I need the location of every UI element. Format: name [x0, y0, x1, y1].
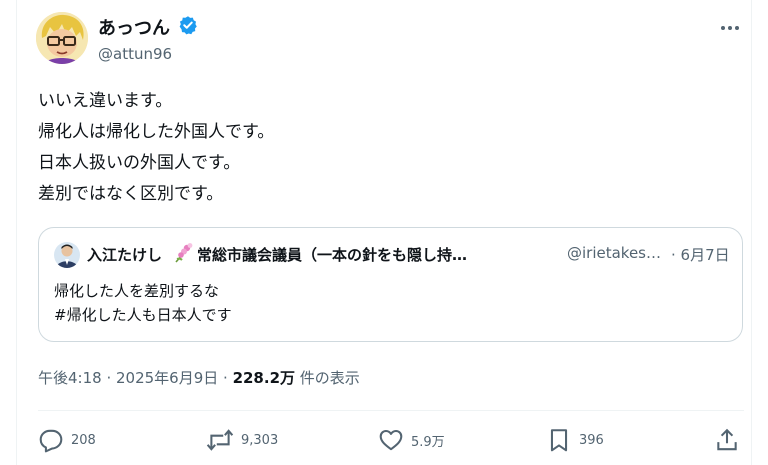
- quoted-post-header: 入江たけし 常総市議会議員（一本の針をも隠し持… @irietakes… · 6…: [54, 242, 730, 268]
- quoted-post[interactable]: 入江たけし 常総市議会議員（一本の針をも隠し持… @irietakes… · 6…: [38, 227, 743, 342]
- post-text-line: 帰化人は帰化した外国人です。: [38, 122, 275, 142]
- post-text: いいえ違います。 帰化人は帰化した外国人です。 日本人扱いの外国人です。 差別で…: [38, 86, 718, 210]
- repost-button[interactable]: 9,303: [206, 425, 278, 455]
- quoted-post-date: · 6月7日: [671, 246, 730, 264]
- quoted-author-avatar: [54, 242, 80, 268]
- post-metadata: 午後4:18 · 2025年6月9日 · 228.2万 件の表示: [38, 367, 360, 388]
- post-header: あっつん @attun96: [36, 12, 744, 68]
- bookmark-icon: [550, 429, 568, 452]
- bookmark-button[interactable]: 396: [546, 425, 604, 455]
- quoted-post-text: 帰化した人を差別するな #帰化した人も日本人です: [54, 279, 232, 327]
- bookmark-count: 396: [579, 432, 604, 448]
- quoted-author-title: 常総市議会議員（一本の針をも隠し持…: [197, 246, 468, 264]
- post-text-line: いいえ違います。: [38, 91, 173, 111]
- post-text-line: 差別ではなく区別です。: [38, 184, 224, 204]
- author-handle[interactable]: @attun96: [98, 45, 198, 63]
- quoted-post-hashtag: #帰化した人も日本人です: [54, 306, 232, 324]
- reply-button[interactable]: 208: [38, 425, 96, 455]
- more-options-icon[interactable]: [716, 14, 744, 42]
- heart-icon: [379, 429, 403, 451]
- quoted-author-handle: @irietakes…: [567, 244, 661, 262]
- share-icon: [717, 428, 737, 451]
- action-bar: 208 9,303 5.9万 396: [38, 425, 744, 455]
- reply-icon: [39, 429, 63, 453]
- post-timestamp[interactable]: 午後4:18 · 2025年6月9日 ·: [38, 369, 233, 387]
- like-button[interactable]: 5.9万: [378, 425, 445, 455]
- share-button[interactable]: [714, 425, 740, 455]
- flower-emoji-icon: [172, 242, 194, 268]
- view-count-label: 件の表示: [295, 369, 360, 387]
- view-count: 228.2万: [232, 369, 296, 387]
- like-count: 5.9万: [411, 434, 445, 450]
- repost-icon: [206, 429, 234, 451]
- divider: [38, 410, 744, 411]
- author-display-name[interactable]: あっつん: [98, 14, 170, 40]
- reply-count: 208: [71, 432, 96, 448]
- repost-count: 9,303: [241, 432, 279, 448]
- quoted-author-name: 入江たけし: [87, 246, 163, 264]
- post-text-line: 日本人扱いの外国人です。: [38, 153, 241, 173]
- verified-badge-icon: [178, 15, 198, 39]
- quoted-post-line: 帰化した人を差別するな: [54, 282, 220, 300]
- author-avatar[interactable]: [36, 12, 88, 64]
